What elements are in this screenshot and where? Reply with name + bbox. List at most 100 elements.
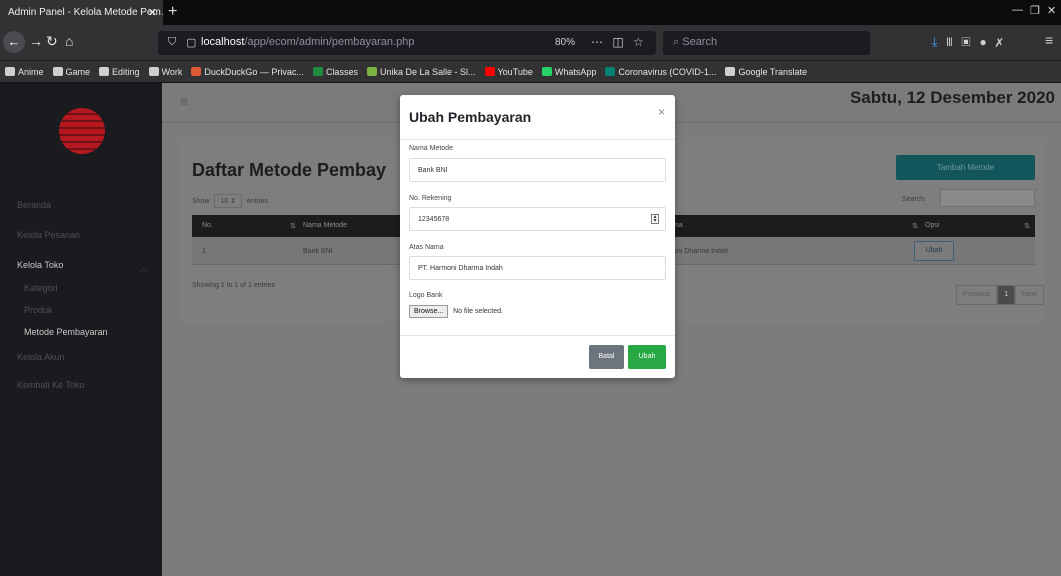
column-header-nama-metode[interactable]: Nama Metode: [303, 222, 347, 229]
back-icon[interactable]: ←: [3, 31, 25, 53]
sidebar-item-produk[interactable]: Produk: [24, 305, 53, 315]
cancel-button[interactable]: Batal: [589, 345, 624, 369]
nama-metode-field[interactable]: Bank BNI: [409, 158, 666, 182]
search-label: Search:: [902, 196, 927, 203]
no-rekening-field[interactable]: 12345678 ▴ ▾: [409, 207, 666, 231]
search-icon: ⌕: [673, 36, 680, 48]
shield-icon[interactable]: ⛉: [168, 36, 176, 49]
bing-icon: [605, 67, 616, 76]
sidebar-item-metode-pembayaran[interactable]: Metode Pembayaran: [24, 327, 108, 337]
modal-header-divider: [400, 139, 675, 140]
bookmark-label: YouTube: [497, 66, 533, 77]
add-method-button[interactable]: Tambah Metode: [896, 155, 1035, 180]
entries-select[interactable]: 10 ⇕: [214, 194, 243, 208]
tab-close-icon[interactable]: ✕: [148, 6, 157, 19]
table-info: Showing 1 to 1 of 1 entries: [192, 282, 275, 289]
sort-icon[interactable]: ⇅: [912, 222, 918, 230]
toolbar-icons[interactable]: ⤓𝍫▣●✗: [932, 33, 1012, 54]
sort-icon[interactable]: ⇅: [1024, 222, 1030, 230]
sidebar-item-beranda[interactable]: Beranda: [17, 200, 51, 210]
account-icon: ●: [979, 35, 996, 49]
previous-page-button[interactable]: Previous: [956, 285, 998, 305]
bookmark-item[interactable]: YouTube: [484, 66, 533, 77]
atas-nama-field[interactable]: PT. Harmoni Dharma Indah: [409, 256, 666, 280]
new-tab-icon[interactable]: +: [168, 3, 177, 21]
cell-nama-metode: Bank BNI: [303, 248, 333, 255]
sort-icon[interactable]: ⇅: [290, 222, 296, 230]
bookmark-label: Google Translate: [738, 66, 807, 77]
column-header-opsi[interactable]: Opsi: [925, 222, 939, 229]
bookmark-item[interactable]: WhatsApp: [541, 67, 596, 77]
duckduckgo-icon: [191, 67, 202, 76]
sidebar-item-kembali-ke-toko[interactable]: Kembali Ke Toko: [17, 380, 84, 390]
browse-button[interactable]: Browse...: [409, 305, 449, 318]
bookmark-item[interactable]: Google Translate: [725, 67, 807, 77]
menu-icon[interactable]: ≡: [1045, 32, 1053, 48]
next-page-button[interactable]: Next: [1015, 285, 1044, 305]
sidebar-item-kategori[interactable]: Kategori: [24, 283, 58, 293]
sidebar-item-kelola-pesanan[interactable]: Kelola Pesanan: [17, 230, 80, 240]
sidebar-icon: ▣: [961, 35, 980, 49]
bookmark-item[interactable]: Coronavirus (COVID-1...: [605, 67, 716, 77]
bookmark-item[interactable]: DuckDuckGo — Privac...: [191, 67, 304, 77]
forward-icon[interactable]: →: [29, 33, 43, 49]
sidebar-item-kelola-akun[interactable]: Kelola Akun: [17, 352, 65, 362]
number-spinner-icon[interactable]: ▴ ▾: [651, 214, 659, 224]
modal-title: Ubah Pembayaran: [409, 109, 532, 125]
unika-icon: [366, 67, 377, 76]
menu-toggle-icon[interactable]: ≡: [180, 93, 188, 109]
cell-atas-nama: oni Dharma Indah: [673, 248, 729, 255]
save-button[interactable]: Ubah: [628, 345, 666, 369]
youtube-icon: [484, 67, 495, 76]
bookmark-item[interactable]: Classes: [312, 67, 358, 77]
browser-tab[interactable]: Admin Panel - Kelola Metode Pem… ✕: [0, 0, 163, 25]
page-actions-icons[interactable]: ⋯ ◫ ☆: [591, 35, 647, 49]
extension-icon: ✗: [995, 35, 1012, 49]
sidebar-item-kelola-toko[interactable]: Kelola Toko: [17, 260, 63, 270]
tab-bar: Admin Panel - Kelola Metode Pem… ✕ + — ❐…: [0, 0, 1061, 25]
bookmark-item[interactable]: Game: [52, 66, 91, 77]
zoom-level[interactable]: 80%: [555, 37, 575, 48]
close-icon[interactable]: ×: [658, 105, 665, 119]
logo-file-input[interactable]: Browse... No file selected.: [409, 305, 503, 318]
modal-footer-divider: [400, 335, 675, 336]
reload-icon[interactable]: ↻: [46, 33, 58, 50]
edit-payment-modal: Ubah Pembayaran × Nama Metode Bank BNI N…: [400, 95, 675, 378]
bookmark-label: Coronavirus (COVID-1...: [618, 66, 717, 77]
minimize-icon[interactable]: —: [1012, 4, 1023, 16]
table-search-input[interactable]: [940, 189, 1035, 207]
chevron-up-icon[interactable]: ︿: [140, 263, 148, 274]
window-close-icon[interactable]: ✕: [1047, 4, 1056, 17]
whatsapp-icon: [541, 67, 552, 76]
folder-icon: [52, 67, 63, 76]
column-header-no[interactable]: No.: [202, 222, 213, 229]
address-bar[interactable]: ⛉ ▢ localhost/app/ecom/admin/pembayaran.…: [158, 31, 656, 55]
bookmark-label: DuckDuckGo — Privac...: [204, 66, 304, 77]
bookmark-item[interactable]: Anime: [5, 67, 44, 77]
navigation-toolbar: ← → ↻ ⌂ ⛉ ▢ localhost/app/ecom/admin/pem…: [0, 25, 1061, 61]
page-1-button[interactable]: 1: [997, 285, 1016, 305]
bookmarks-bar: Anime Game Editing Work DuckDuckGo — Privac.…: [0, 61, 1061, 83]
home-icon[interactable]: ⌂: [65, 33, 73, 49]
folder-icon: [148, 67, 159, 76]
no-rekening-label: No. Rekening: [409, 195, 452, 202]
edit-row-button[interactable]: Ubah: [914, 241, 954, 261]
bookmark-item[interactable]: Work: [148, 66, 183, 77]
search-input[interactable]: ⌕ Search: [663, 31, 870, 55]
bookmark-item[interactable]: Unika De La Salle - Sl...: [366, 67, 476, 77]
bookmark-label: Game: [65, 66, 91, 77]
classroom-icon: [312, 67, 323, 76]
bookmark-label: Work: [161, 66, 183, 77]
url-text[interactable]: localhost/app/ecom/admin/pembayaran.php: [201, 36, 414, 48]
show-label: Show: [192, 198, 210, 205]
nama-metode-label: Nama Metode: [409, 145, 453, 152]
page-title: Daftar Metode Pembay: [192, 160, 387, 180]
page-info-icon[interactable]: ▢: [186, 36, 196, 49]
cell-no: 1: [202, 248, 206, 255]
bookmark-label: Anime: [18, 66, 44, 77]
restore-icon[interactable]: ❐: [1030, 4, 1040, 17]
download-icon: ⤓: [932, 35, 947, 49]
store-logo[interactable]: [59, 108, 105, 154]
file-status: No file selected.: [453, 308, 503, 315]
bookmark-item[interactable]: Editing: [99, 67, 140, 77]
